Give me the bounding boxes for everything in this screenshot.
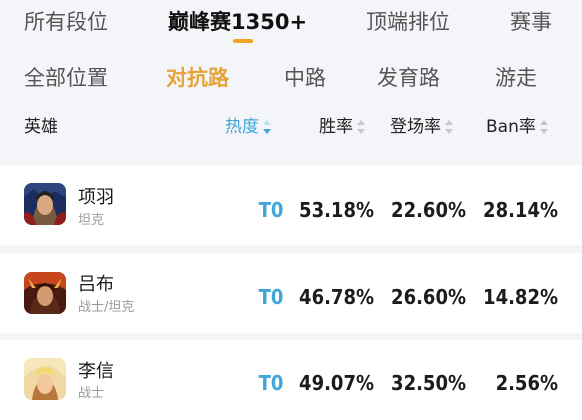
- tab-clash-lane[interactable]: 对抗路: [166, 64, 229, 92]
- header-win-rate[interactable]: 胜率: [319, 115, 366, 139]
- tab-mid-lane[interactable]: 中路: [284, 64, 326, 92]
- ban-rate-value: 28.14%: [483, 198, 558, 222]
- pick-rate-value: 32.50%: [391, 371, 466, 395]
- hero-name: 李信: [78, 361, 114, 382]
- hero-role: 战士/坦克: [78, 300, 135, 315]
- pick-rate-value: 26.60%: [391, 285, 466, 309]
- hero-avatar: [24, 358, 66, 400]
- header-ban-rate[interactable]: Ban率: [486, 115, 549, 139]
- header-hero: 英雄: [24, 117, 58, 137]
- hero-role: 坦克: [78, 213, 105, 228]
- active-tab-indicator: [233, 39, 253, 43]
- tab-roam[interactable]: 游走: [495, 64, 537, 92]
- tab-farm-lane[interactable]: 发育路: [377, 64, 440, 92]
- tab-all-positions[interactable]: 全部位置: [24, 64, 108, 92]
- hero-name: 吕布: [78, 274, 114, 295]
- hero-avatar: [24, 272, 66, 314]
- tab-tournament[interactable]: 赛事: [510, 8, 552, 36]
- header-pick-rate[interactable]: 登场率: [390, 115, 454, 139]
- tier-badge: T0: [258, 198, 284, 222]
- sort-desc-icon: [263, 120, 272, 134]
- hero-avatar: [24, 183, 66, 225]
- header-heat[interactable]: 热度: [225, 115, 272, 139]
- win-rate-value: 49.07%: [299, 371, 374, 395]
- table-row[interactable]: 吕布 战士/坦克 T0 46.78% 26.60% 14.82%: [0, 253, 582, 333]
- tab-top-ranked[interactable]: 顶端排位: [366, 8, 450, 36]
- hero-role: 战士: [78, 386, 105, 401]
- win-rate-value: 53.18%: [299, 198, 374, 222]
- tier-badge: T0: [258, 371, 284, 395]
- table-row[interactable]: 项羽 坦克 T0 53.18% 22.60% 28.14%: [0, 165, 582, 245]
- tab-all-ranks[interactable]: 所有段位: [24, 8, 108, 36]
- ban-rate-value: 14.82%: [483, 285, 558, 309]
- pick-rate-value: 22.60%: [391, 198, 466, 222]
- sort-icon: [357, 120, 366, 134]
- win-rate-value: 46.78%: [299, 285, 374, 309]
- sort-icon: [539, 120, 549, 134]
- sort-icon: [445, 120, 454, 134]
- tab-peak-1350[interactable]: 巅峰赛1350+: [168, 8, 307, 36]
- hero-name: 项羽: [78, 187, 114, 208]
- ban-rate-value: 2.56%: [495, 371, 558, 395]
- table-row[interactable]: 李信 战士 T0 49.07% 32.50% 2.56%: [0, 340, 582, 420]
- tier-badge: T0: [258, 285, 284, 309]
